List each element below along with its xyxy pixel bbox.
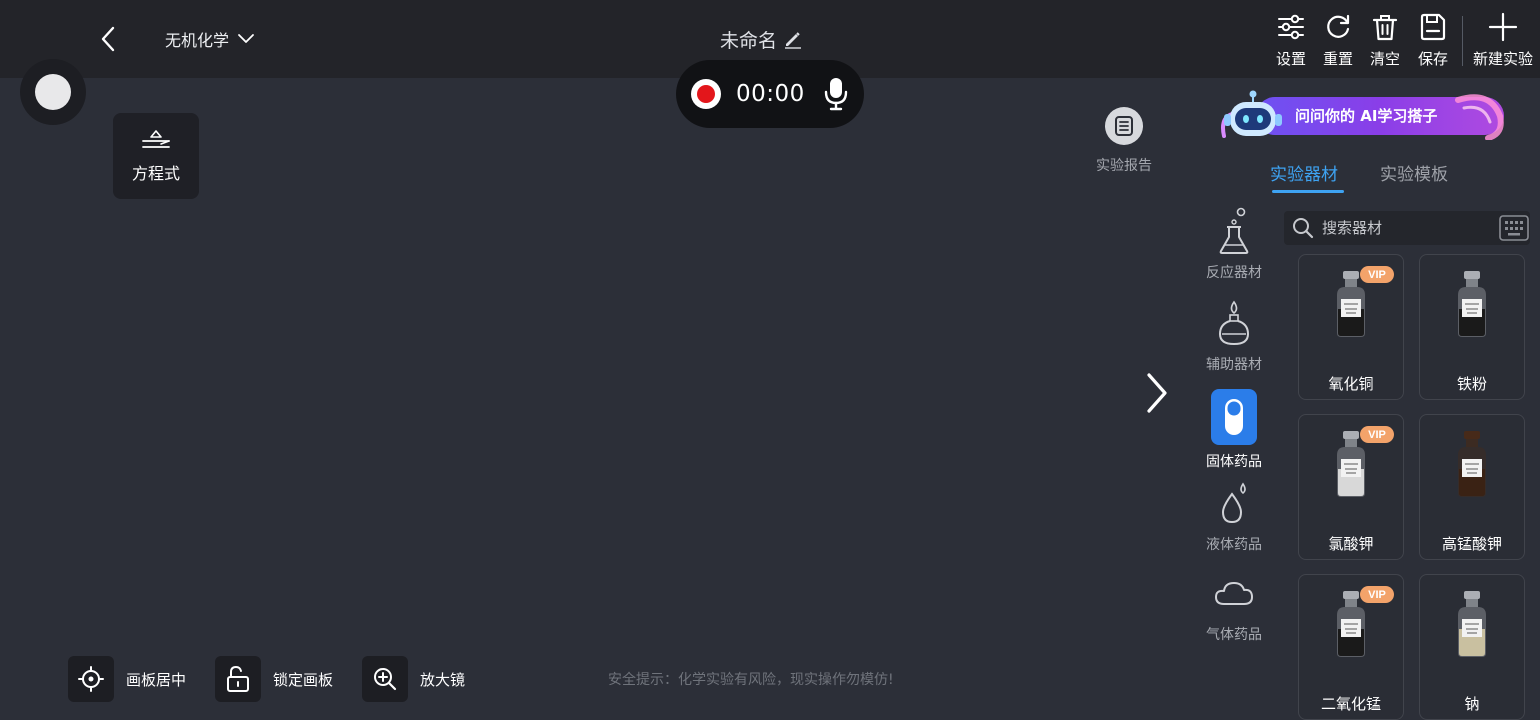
vip-badge: VIP <box>1360 426 1394 443</box>
chevron-right-icon <box>1147 373 1167 413</box>
toolbar-divider <box>1462 16 1463 66</box>
report-icon <box>1105 107 1143 145</box>
unlock-icon <box>215 656 261 702</box>
chemical-name: 氯酸钾 <box>1328 535 1374 553</box>
tab-equipment[interactable]: 实验器材 <box>1270 160 1338 185</box>
category-liquid-chemicals[interactable]: 液体药品 <box>1200 478 1268 554</box>
refresh-icon <box>1327 14 1350 38</box>
search-icon <box>1293 218 1314 239</box>
keyboard-icon <box>1499 215 1529 241</box>
sparkle-decoration-icon <box>1455 94 1504 140</box>
save-button[interactable]: 保存 <box>1411 12 1455 69</box>
target-icon <box>68 656 114 702</box>
pencil-icon <box>785 32 802 49</box>
new-experiment-button[interactable]: 新建实验 <box>1470 12 1536 69</box>
reset-label: 重置 <box>1322 50 1353 68</box>
category-label: 反应器材 <box>1206 265 1262 281</box>
ai-banner-text: 问问你的 AI学习搭子 <box>1295 107 1438 125</box>
reagent-bottle-icon <box>1458 591 1486 657</box>
droplet-icon <box>1211 478 1257 528</box>
record-timer: 00:00 <box>736 81 805 107</box>
category-auxiliary-equipment[interactable]: 辅助器材 <box>1200 298 1268 374</box>
report-label: 实验报告 <box>1096 158 1152 174</box>
lock-canvas-button[interactable]: 锁定画板 <box>215 656 333 702</box>
chemical-item[interactable]: 钠 <box>1419 574 1525 720</box>
cloud-icon <box>1211 568 1257 618</box>
microphone-icon[interactable] <box>823 77 849 111</box>
chemical-name: 铁粉 <box>1456 375 1487 393</box>
center-canvas-button[interactable]: 画板居中 <box>68 656 186 702</box>
record-dot-icon <box>697 85 715 103</box>
tab-templates[interactable]: 实验模板 <box>1380 160 1448 185</box>
expand-panel-button[interactable] <box>1140 370 1174 416</box>
chemical-item[interactable]: VIP 二氧化锰 <box>1298 574 1404 720</box>
chevron-down-icon <box>238 34 254 43</box>
category-label: 固体药品 <box>1206 454 1262 470</box>
chemical-name: 氧化铜 <box>1328 375 1374 393</box>
active-tab-indicator <box>1272 190 1344 193</box>
category-label: 液体药品 <box>1206 537 1262 553</box>
keyboard-button[interactable] <box>1498 213 1530 243</box>
vip-badge: VIP <box>1360 586 1394 603</box>
subject-dropdown[interactable]: 无机化学 <box>165 26 255 52</box>
equipment-search <box>1284 211 1530 245</box>
category-label: 气体药品 <box>1206 627 1262 643</box>
category-solid-chemicals[interactable]: 固体药品 <box>1200 389 1268 471</box>
settings-label: 设置 <box>1275 50 1306 68</box>
chemical-item[interactable]: 铁粉 <box>1419 254 1525 400</box>
zoom-in-icon <box>362 656 408 702</box>
clear-label: 清空 <box>1369 50 1400 68</box>
lock-canvas-label: 锁定画板 <box>273 670 334 689</box>
category-label: 辅助器材 <box>1206 357 1262 373</box>
ai-robot-icon <box>1221 90 1282 138</box>
chemical-item[interactable]: VIP 氯酸钾 <box>1298 414 1404 560</box>
chemical-name: 钠 <box>1464 695 1480 713</box>
ai-assistant-banner[interactable]: 问问你的 AI学习搭子 <box>1218 88 1506 144</box>
floating-dot <box>35 74 71 110</box>
record-button[interactable] <box>691 79 721 109</box>
trash-icon <box>1372 15 1398 41</box>
reagent-bottle-icon <box>1458 271 1486 337</box>
category-gas-chemicals[interactable]: 气体药品 <box>1200 568 1268 644</box>
back-button[interactable] <box>94 24 122 54</box>
chemical-name: 二氧化锰 <box>1320 695 1381 713</box>
equation-label: 方程式 <box>131 164 180 183</box>
chemical-item[interactable]: 高锰酸钾 <box>1419 414 1525 560</box>
category-reaction-equipment[interactable]: 反应器材 <box>1200 206 1268 282</box>
settings-button[interactable]: 设置 <box>1269 12 1313 69</box>
recorder: 00:00 <box>676 60 864 128</box>
save-label: 保存 <box>1417 50 1448 68</box>
chemical-item[interactable]: VIP 氧化铜 <box>1298 254 1404 400</box>
flask-icon <box>1211 206 1257 256</box>
save-icon <box>1420 13 1446 41</box>
center-canvas-label: 画板居中 <box>126 670 187 689</box>
subject-label: 无机化学 <box>165 31 230 50</box>
chevron-left-icon <box>101 26 115 52</box>
settings-sliders-icon <box>1278 14 1304 40</box>
vip-badge: VIP <box>1360 266 1394 283</box>
clear-button[interactable]: 清空 <box>1363 12 1407 69</box>
experiment-title[interactable]: 未命名 <box>720 24 803 54</box>
alcohol-lamp-icon <box>1211 298 1257 348</box>
plus-icon <box>1488 12 1518 42</box>
experiment-report-button[interactable]: 实验报告 <box>1090 107 1158 175</box>
chemical-name: 高锰酸钾 <box>1441 535 1502 553</box>
safety-notice: 安全提示：化学实验有风险，现实操作勿模仿! <box>608 672 894 688</box>
experiment-title-text: 未命名 <box>720 29 778 52</box>
magnifier-label: 放大镜 <box>420 670 466 689</box>
reagent-bottle-icon <box>1458 431 1486 497</box>
reset-button[interactable]: 重置 <box>1316 12 1360 69</box>
floating-assistive-button[interactable] <box>20 59 86 125</box>
equation-icon <box>142 130 170 148</box>
capsule-icon <box>1211 389 1257 445</box>
magnifier-button[interactable]: 放大镜 <box>362 656 465 702</box>
search-input[interactable] <box>1320 218 1504 238</box>
equation-button[interactable]: 方程式 <box>113 113 199 199</box>
new-experiment-label: 新建实验 <box>1472 50 1533 68</box>
